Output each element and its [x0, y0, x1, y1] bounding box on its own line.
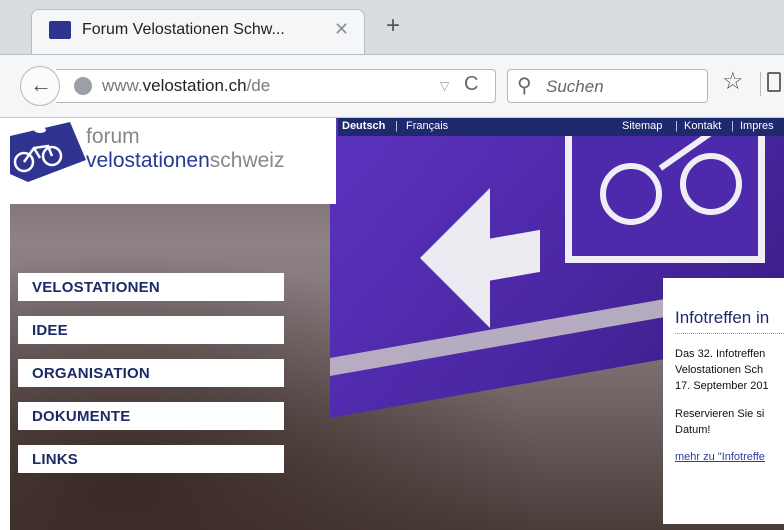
tab-title: Forum Velostationen Schw...	[82, 21, 285, 38]
logo-text-forum: forum	[86, 125, 140, 148]
menu-item-organisation[interactable]: ORGANISATION	[18, 359, 284, 387]
info-text: Das 32. Infotreffen	[675, 348, 766, 360]
bicycle-wheel-icon	[600, 163, 662, 225]
separator: |	[675, 120, 678, 132]
bookmark-star-icon[interactable]: ☆	[722, 67, 744, 96]
language-bar: Deutsch | Français Sitemap | Kontakt | I…	[338, 118, 784, 136]
logo-text-name: velostationenschweiz	[86, 149, 285, 172]
history-dropdown-icon[interactable]: ▽	[440, 79, 449, 93]
impressum-link[interactable]: Impres	[740, 120, 774, 132]
kontakt-link[interactable]: Kontakt	[684, 120, 721, 132]
site-favicon-icon	[49, 21, 71, 39]
logo-bicycle-icon	[10, 122, 86, 182]
search-input[interactable]: ⚲ Suchen	[507, 69, 708, 103]
menu-item-velostationen[interactable]: VELOSTATIONEN	[18, 273, 284, 301]
site-logo[interactable]: forum velostationenschweiz	[10, 118, 336, 204]
info-text: Velostationen Sch	[675, 364, 764, 376]
back-arrow-icon: ←	[30, 72, 52, 97]
url-bar[interactable]: www.velostation.ch/de ▽ C	[56, 69, 496, 103]
reading-list-icon[interactable]	[767, 72, 781, 92]
info-text: Datum!	[675, 424, 711, 436]
new-tab-icon[interactable]: +	[386, 14, 400, 38]
back-button[interactable]: ←	[20, 66, 60, 106]
separator: |	[731, 120, 734, 132]
info-text: 17. September 201	[675, 380, 769, 392]
menu-item-idee[interactable]: IDEE	[18, 316, 284, 344]
tab-strip: Forum Velostationen Schw... ✕ +	[0, 0, 784, 55]
info-title: Infotreffen in	[675, 308, 770, 327]
info-text: Reservieren Sie si	[675, 408, 765, 420]
reload-icon[interactable]: C	[464, 73, 478, 96]
info-box: Infotreffen in Das 32. Infotreffen Velos…	[663, 278, 784, 524]
sitemap-link[interactable]: Sitemap	[622, 120, 662, 132]
url-text: www.velostation.ch/de	[102, 76, 271, 95]
close-tab-icon[interactable]: ✕	[334, 19, 349, 40]
bicycle-wheel-icon	[680, 153, 742, 215]
lang-german-link[interactable]: Deutsch	[342, 120, 385, 132]
search-icon: ⚲	[517, 75, 532, 97]
lang-french-link[interactable]: Français	[406, 120, 448, 132]
browser-tab[interactable]: Forum Velostationen Schw... ✕	[31, 9, 365, 54]
divider	[675, 333, 784, 334]
nav-toolbar: www.velostation.ch/de ▽ C ← ⚲ Suchen	[0, 55, 784, 118]
menu-item-dokumente[interactable]: DOKUMENTE	[18, 402, 284, 430]
web-page: Deutsch | Français Sitemap | Kontakt | I…	[0, 118, 784, 530]
globe-icon	[74, 77, 92, 95]
info-more-link[interactable]: mehr zu "Infotreffe	[675, 451, 765, 463]
toolbar-divider	[760, 72, 761, 96]
menu-item-links[interactable]: LINKS	[18, 445, 284, 473]
separator: |	[395, 120, 398, 132]
search-placeholder: Suchen	[546, 77, 604, 96]
